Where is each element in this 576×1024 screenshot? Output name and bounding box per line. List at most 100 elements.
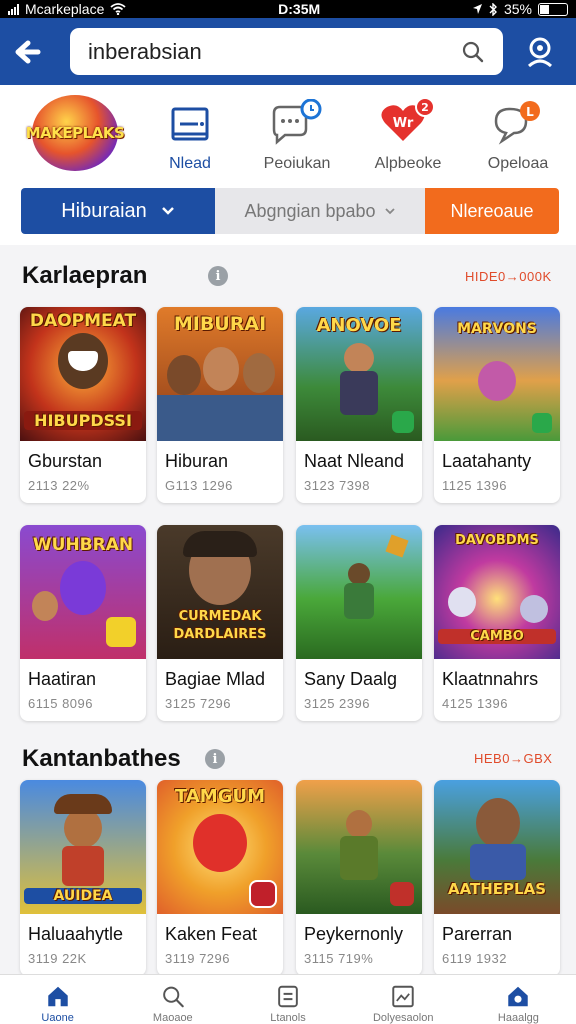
bluetooth-icon	[489, 2, 497, 16]
section-title: Karlaepran	[22, 262, 148, 289]
game-name: Sany Daalg	[304, 669, 398, 689]
quick-nav-item-chat[interactable]: Peoiukan	[242, 85, 352, 185]
see-all-link[interactable]: HEB0→GBX	[474, 751, 552, 766]
speech-bubble-icon: L	[494, 101, 540, 145]
quick-nav-label: Nlead	[169, 155, 211, 172]
game-meta: 3125 2396	[304, 696, 370, 711]
filter-button-tertiary[interactable]: Nlereoaue	[425, 188, 559, 234]
game-card[interactable]: CURMEDAK DARDLAIRES Bagiae Mlad 3125 729…	[157, 525, 283, 721]
game-meta: 6115 8096	[28, 696, 93, 711]
back-button[interactable]	[0, 18, 56, 85]
quick-nav: MAKEPLAKS Nlead Peoiukan Wr 2 Alpbeoke L …	[0, 85, 576, 185]
game-thumbnail: DAVOBDMS CAMBO	[434, 525, 560, 659]
search-input[interactable]: inberabsian	[70, 28, 503, 75]
section-title: Kantanbathes	[22, 745, 181, 772]
status-bar: Mcarkeplace D:35M 35%	[0, 0, 576, 18]
user-icon	[527, 37, 553, 68]
tab-lists[interactable]: Ltanols	[230, 975, 345, 1024]
game-thumbnail	[296, 780, 422, 914]
chevron-down-icon	[384, 207, 395, 214]
chevron-down-icon	[161, 207, 174, 215]
wifi-icon	[110, 3, 126, 15]
see-all-link[interactable]: HIDE0→000K	[465, 269, 552, 284]
game-name: Klaatnnahrs	[442, 669, 539, 689]
game-meta: 6119 1932	[442, 951, 507, 966]
game-name: Bagiae Mlad	[165, 669, 266, 689]
game-thumbnail: WUHBRAN	[20, 525, 146, 659]
game-name: Naat Nleand	[304, 451, 405, 471]
tab-account[interactable]: Haaalgg	[461, 975, 576, 1024]
game-thumbnail: DAOPMEAT HIBUPDSSI	[20, 307, 146, 441]
game-meta: 4125 1396	[442, 696, 508, 711]
game-card[interactable]: WUHBRAN Haatiran 6115 8096	[20, 525, 146, 721]
battery-percent: 35%	[503, 1, 532, 17]
tab-gallery[interactable]: Dolyesaolon	[346, 975, 461, 1024]
account-icon	[508, 986, 529, 1007]
game-meta: 3123 7398	[304, 478, 370, 493]
filter-dropdown-secondary[interactable]: Abgngian bpabo	[215, 188, 425, 234]
quick-nav-item-lead[interactable]: Nlead	[135, 85, 245, 185]
svg-text:Wr: Wr	[393, 116, 414, 131]
search-input-value: inberabsian	[88, 38, 202, 64]
account-button[interactable]	[518, 30, 562, 74]
game-name: Haatiran	[28, 669, 97, 689]
game-meta: 3119 22K	[28, 951, 87, 966]
game-meta: G113 1296	[165, 478, 233, 493]
game-meta: 3115 719%	[304, 951, 374, 966]
location-icon	[472, 4, 482, 14]
filter-bar: Hiburaian Abgngian bpabo Nlereoaue	[0, 185, 576, 245]
quick-nav-item-opeloaa[interactable]: L Opeloaa	[463, 85, 573, 185]
quick-nav-label: Alpbeoke	[374, 155, 442, 172]
game-name: Haluaahytle	[28, 924, 124, 944]
marketplace-logo[interactable]: MAKEPLAKS	[26, 95, 125, 171]
game-thumbnail: MARVONS	[434, 307, 560, 441]
game-name: Peykernonly	[304, 924, 404, 944]
game-card[interactable]: DAOPMEAT HIBUPDSSI Gburstan 2113 22%	[20, 307, 146, 503]
game-card[interactable]: AATHEPLAS Parerran 6119 1932	[434, 780, 560, 976]
svg-text:2: 2	[421, 101, 429, 114]
game-thumbnail: MIBURAI	[157, 307, 283, 441]
game-meta: 1125 1396	[442, 478, 507, 493]
game-thumbnail: AUIDEA	[20, 780, 146, 914]
game-meta: 3119 7296	[165, 951, 230, 966]
game-card[interactable]: AUIDEA Haluaahytle 3119 22K	[20, 780, 146, 976]
game-thumbnail: CURMEDAK DARDLAIRES	[157, 525, 283, 659]
battery-icon	[537, 2, 568, 16]
game-name: Kaken Feat	[165, 924, 258, 944]
svg-text:L: L	[526, 105, 534, 119]
quick-nav-label: Peoiukan	[263, 155, 331, 172]
app-header: inberabsian	[0, 18, 576, 85]
game-meta: 3125 7296	[165, 696, 231, 711]
game-name: Hiburan	[165, 451, 229, 471]
tab-search[interactable]: Maoaoe	[115, 975, 230, 1024]
game-card[interactable]: Sany Daalg 3125 2396	[296, 525, 422, 721]
bottom-nav: Uaone Maoaoe Ltanols Dolyesaolon Haaalgg	[0, 974, 576, 1024]
search-icon[interactable]	[461, 40, 485, 64]
list-icon	[278, 985, 298, 1008]
message-square-icon	[171, 107, 209, 141]
game-card[interactable]: ANOVOE Naat Nleand 3123 7398	[296, 307, 422, 503]
chat-bubble-icon	[272, 99, 322, 145]
game-card[interactable]: MIBURAI Hiburan G113 1296	[157, 307, 283, 503]
home-icon	[47, 986, 68, 1007]
game-card[interactable]: MARVONS Laatahanty 1125 1396	[434, 307, 560, 503]
game-name: Gburstan	[28, 451, 103, 471]
tab-home[interactable]: Uaone	[0, 975, 115, 1024]
carrier-label: Mcarkeplace	[25, 1, 105, 17]
heart-notification-icon: Wr 2	[381, 97, 435, 141]
info-icon[interactable]: i	[205, 749, 225, 769]
filter-dropdown-primary[interactable]: Hiburaian	[21, 188, 215, 234]
quick-nav-label: Opeloaa	[487, 155, 549, 172]
game-card[interactable]: TAMGUM Kaken Feat 3119 7296	[157, 780, 283, 976]
quick-nav-item-alpbeoke[interactable]: Wr 2 Alpbeoke	[353, 85, 463, 185]
game-card[interactable]: DAVOBDMS CAMBO Klaatnnahrs 4125 1396	[434, 525, 560, 721]
info-icon[interactable]: i	[208, 266, 228, 286]
back-arrow-icon	[15, 40, 41, 63]
game-name: Laatahanty	[442, 451, 532, 471]
game-name: Parerran	[442, 924, 513, 944]
clock: D:35M	[278, 1, 321, 17]
signal-icon	[8, 3, 19, 15]
game-meta: 2113 22%	[28, 478, 90, 493]
game-card[interactable]: Peykernonly 3115 719%	[296, 780, 422, 976]
game-thumbnail: AATHEPLAS	[434, 780, 560, 914]
